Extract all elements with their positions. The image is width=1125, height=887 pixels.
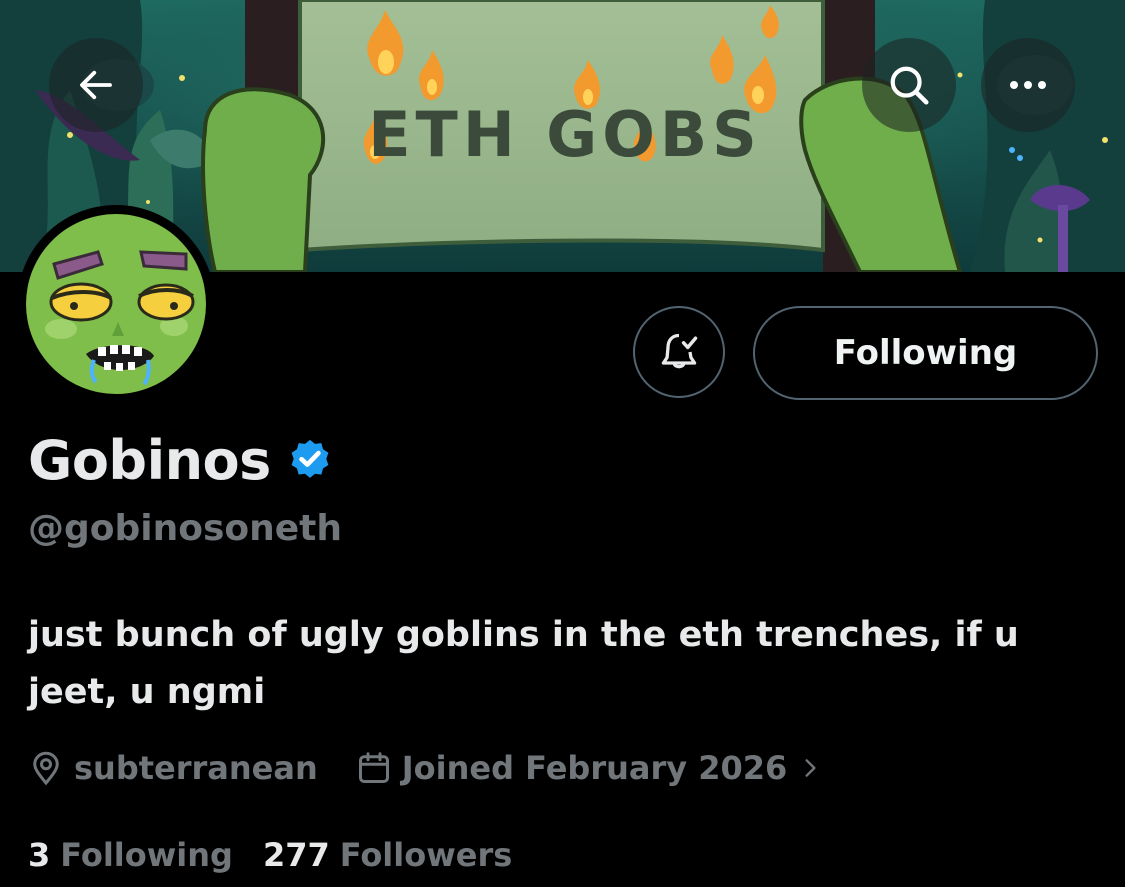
followers-label: Followers — [339, 836, 513, 874]
profile-handle: @gobinosoneth — [28, 508, 343, 549]
profile-bio: just bunch of ugly goblins in the eth tr… — [28, 615, 1019, 712]
joined-text: Joined February 2026 — [401, 749, 788, 787]
following-label: Following — [60, 836, 233, 874]
followers-count-link[interactable]: 277 Followers — [263, 836, 512, 874]
location-text: subterranean — [74, 749, 318, 787]
more-horizontal-icon — [1010, 81, 1046, 89]
location-item: subterranean — [28, 749, 318, 787]
verified-badge-icon[interactable] — [287, 437, 333, 483]
goblin-avatar-image — [26, 214, 206, 394]
bell-check-icon — [661, 333, 698, 369]
search-button[interactable] — [862, 38, 956, 132]
profile-meta: subterranean Joined February 2026 — [28, 742, 823, 794]
following-count-link[interactable]: 3 Following — [28, 836, 233, 874]
location-pin-icon — [33, 751, 59, 786]
following-count: 3 — [28, 836, 51, 874]
name-row: Gobinos — [28, 422, 333, 498]
followers-count: 277 — [262, 836, 330, 874]
following-button[interactable]: Following — [753, 306, 1098, 400]
avatar[interactable] — [17, 205, 215, 403]
profile-page: ETH GOBS Following Gobinos @gobinosoneth… — [0, 0, 1125, 887]
notifications-button[interactable] — [633, 306, 725, 398]
more-button[interactable] — [981, 38, 1075, 132]
display-name: Gobinos — [28, 428, 271, 492]
search-icon — [890, 66, 929, 105]
calendar-icon — [358, 752, 389, 783]
arrow-left-icon — [80, 70, 112, 100]
chevron-right-icon — [805, 759, 816, 777]
back-button[interactable] — [49, 38, 143, 132]
joined-date-link[interactable]: Joined February 2026 — [356, 749, 824, 787]
follow-stats: 3 Following 277 Followers — [28, 829, 512, 881]
